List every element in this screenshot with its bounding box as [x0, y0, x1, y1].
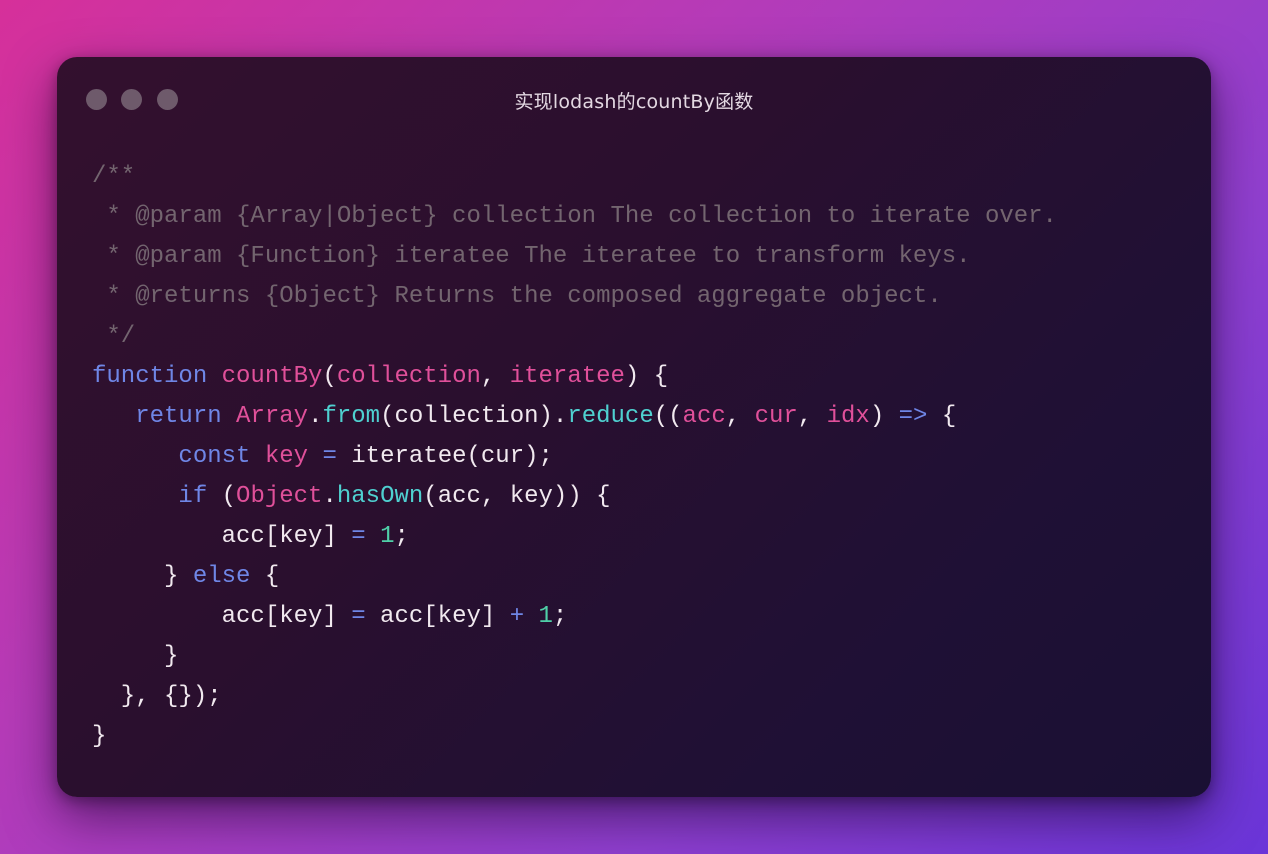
code-line: * @param {Function} iteratee The iterate… — [92, 237, 1057, 277]
class-name-token: Array — [236, 403, 309, 430]
code-token: { — [250, 563, 280, 590]
class-name-token: Object — [236, 483, 323, 510]
comment-token: */ — [92, 323, 136, 350]
code-token: acc[key] — [92, 523, 352, 550]
code-token: } — [92, 643, 179, 670]
code-token: (acc, key)) { — [423, 483, 611, 510]
parameter-token: idx — [826, 403, 870, 430]
code-line: * @param {Array|Object} collection The c… — [92, 197, 1057, 237]
punctuation-token: , — [725, 403, 755, 430]
title-bar: 实现lodash的countBy函数 — [57, 57, 1211, 143]
code-token: ; — [552, 603, 568, 630]
method-name-token: hasOwn — [336, 483, 424, 510]
punctuation-token: . — [308, 403, 323, 430]
keyword-token: return — [135, 403, 222, 430]
code-line: } else { — [92, 557, 1057, 597]
code-token: }, {}); — [92, 683, 222, 710]
operator-token: => — [898, 403, 928, 430]
parameter-token: cur — [754, 403, 798, 430]
keyword-token: function — [92, 363, 208, 390]
code-line: }, {}); — [92, 677, 1057, 717]
operator-token: = — [322, 443, 337, 470]
code-block: /** * @param {Array|Object} collection T… — [92, 157, 1057, 757]
keyword-token: const — [178, 443, 251, 470]
code-line: * @returns {Object} Returns the composed… — [92, 277, 1057, 317]
parameter-token: iteratee — [509, 363, 625, 390]
comment-token: * @param {Function} iteratee The iterate… — [92, 243, 971, 270]
code-token: ; — [394, 523, 409, 550]
parameter-token: key — [264, 443, 309, 470]
code-line: } — [92, 637, 1057, 677]
punctuation-token: ( — [322, 363, 337, 390]
code-line: acc[key] = 1; — [92, 517, 1057, 557]
parameter-token: collection — [336, 363, 481, 390]
operator-token: = — [351, 523, 366, 550]
number-token: 1 — [380, 523, 395, 550]
method-name-token: reduce — [567, 403, 654, 430]
code-token: (collection). — [380, 403, 568, 430]
code-token: acc[key] — [365, 603, 510, 630]
number-token: 1 — [538, 603, 553, 630]
comment-token: * @returns {Object} Returns the composed… — [92, 283, 942, 310]
window-title: 实现lodash的countBy函数 — [514, 91, 754, 113]
punctuation-token: , — [797, 403, 827, 430]
punctuation-token: (( — [653, 403, 683, 430]
punctuation-token: , — [480, 363, 510, 390]
comment-token: /** — [92, 163, 136, 190]
code-window: 实现lodash的countBy函数 /** * @param {Array|O… — [57, 57, 1211, 797]
code-token: } — [92, 563, 193, 590]
code-line: const key = iteratee(cur); — [92, 437, 1057, 477]
parameter-token: acc — [682, 403, 726, 430]
code-token: } — [92, 723, 107, 750]
code-line: */ — [92, 317, 1057, 357]
code-line: return Array.from(collection).reduce((ac… — [92, 397, 1057, 437]
punctuation-token: ) — [869, 403, 899, 430]
punctuation-token: . — [322, 483, 337, 510]
operator-token: = — [351, 603, 366, 630]
punctuation-token: ( — [207, 483, 237, 510]
code-line: if (Object.hasOwn(acc, key)) { — [92, 477, 1057, 517]
keyword-token: else — [192, 563, 251, 590]
code-line: function countBy(collection, iteratee) { — [92, 357, 1057, 397]
code-token: iteratee(cur); — [336, 443, 553, 470]
punctuation-token: ) { — [624, 363, 669, 390]
code-line: acc[key] = acc[key] + 1; — [92, 597, 1057, 637]
code-line: } — [92, 717, 1057, 757]
method-name-token: from — [322, 403, 381, 430]
function-name-token: countBy — [221, 363, 323, 390]
code-token: acc[key] — [92, 603, 352, 630]
comment-token: * @param {Array|Object} collection The c… — [92, 203, 1057, 230]
operator-token: + — [509, 603, 525, 630]
punctuation-token: { — [927, 403, 957, 430]
code-line: /** — [92, 157, 1057, 197]
keyword-token: if — [178, 483, 208, 510]
